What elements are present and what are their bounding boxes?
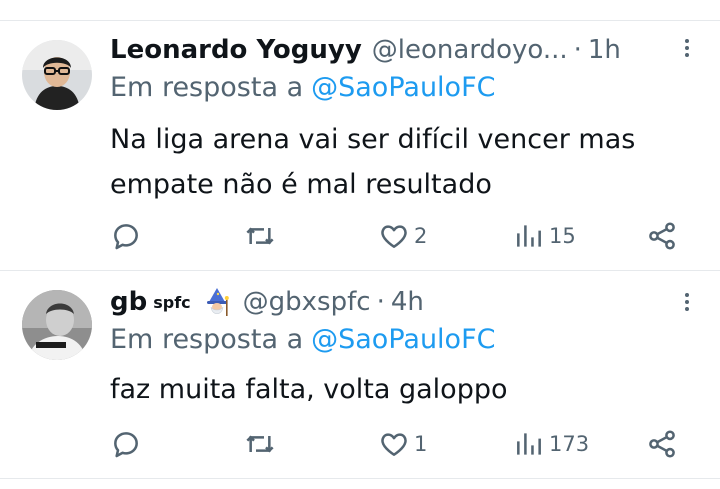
user-handle[interactable]: @leonardoyo... [372, 35, 568, 65]
display-name-superscript: spfc [153, 292, 191, 312]
more-vertical-icon[interactable] [680, 290, 694, 318]
view-count: 15 [549, 224, 576, 248]
retweet-icon [246, 227, 274, 245]
views-button[interactable]: 15 [513, 220, 576, 252]
like-count: 2 [414, 224, 428, 248]
reply-context: Em resposta a @SaoPauloFC [110, 324, 495, 355]
like-button[interactable]: 2 [378, 220, 427, 252]
tweet-text-line: empate não é mal resultado [110, 169, 492, 200]
mage-emoji-icon [206, 288, 229, 316]
tweet-header: gb spfc @gbxspfc · 4h [110, 282, 640, 322]
reply-icon [114, 432, 138, 458]
separator-dot: · [573, 35, 582, 65]
tweet-header: Leonardo Yoguyy @leonardoyo... · 1h [110, 30, 640, 70]
tweet-1[interactable]: Leonardo Yoguyy @leonardoyo... · 1h Em r… [0, 20, 720, 270]
avatar[interactable] [22, 40, 92, 110]
tweet-2[interactable]: gb spfc @gbxspfc · 4h Em resposta a @SaoP… [0, 270, 720, 489]
like-button[interactable]: 1 [378, 428, 427, 460]
display-name[interactable]: gb [110, 287, 147, 317]
heart-icon [381, 433, 407, 456]
bottom-divider [0, 478, 720, 479]
display-name[interactable]: Leonardo Yoguyy [110, 35, 362, 65]
reply-button[interactable] [110, 220, 142, 252]
heart-icon [381, 225, 407, 248]
retweet-button[interactable] [243, 220, 277, 252]
tweet-text: Na liga arena vai ser difícil vencer mas… [110, 117, 690, 207]
tweet-text: faz muita falta, volta galoppo [110, 367, 690, 412]
tweet-actions: 1 173 [0, 424, 720, 464]
share-button[interactable] [646, 220, 678, 252]
timestamp[interactable]: 1h [588, 35, 621, 65]
reply-prefix: Em resposta a [110, 324, 304, 355]
reply-prefix: Em resposta a [110, 72, 304, 103]
reply-mention-link[interactable]: @SaoPauloFC [311, 72, 495, 103]
tweet-text-line: faz muita falta, volta galoppo [110, 374, 508, 405]
user-handle[interactable]: @gbxspfc [243, 287, 371, 317]
reply-context: Em resposta a @SaoPauloFC [110, 72, 495, 103]
timestamp[interactable]: 4h [391, 287, 424, 317]
retweet-button[interactable] [243, 428, 277, 460]
avatar[interactable] [22, 290, 92, 360]
separator-dot: · [376, 287, 385, 317]
share-icon [649, 430, 675, 458]
retweet-icon [246, 435, 274, 453]
reply-button[interactable] [110, 428, 142, 460]
share-button[interactable] [646, 428, 678, 460]
like-count: 1 [414, 432, 428, 456]
views-icon [517, 433, 541, 455]
view-count: 173 [549, 432, 590, 456]
avatar-image [22, 40, 92, 110]
reply-icon [114, 224, 138, 250]
avatar-image [22, 290, 92, 360]
share-icon [649, 222, 675, 250]
tweet-actions: 2 15 [0, 216, 720, 256]
more-vertical-icon[interactable] [680, 36, 694, 64]
views-icon [517, 225, 541, 247]
views-button[interactable]: 173 [513, 428, 589, 460]
tweet-text-line: Na liga arena vai ser difícil vencer mas [110, 124, 636, 155]
reply-mention-link[interactable]: @SaoPauloFC [311, 324, 495, 355]
